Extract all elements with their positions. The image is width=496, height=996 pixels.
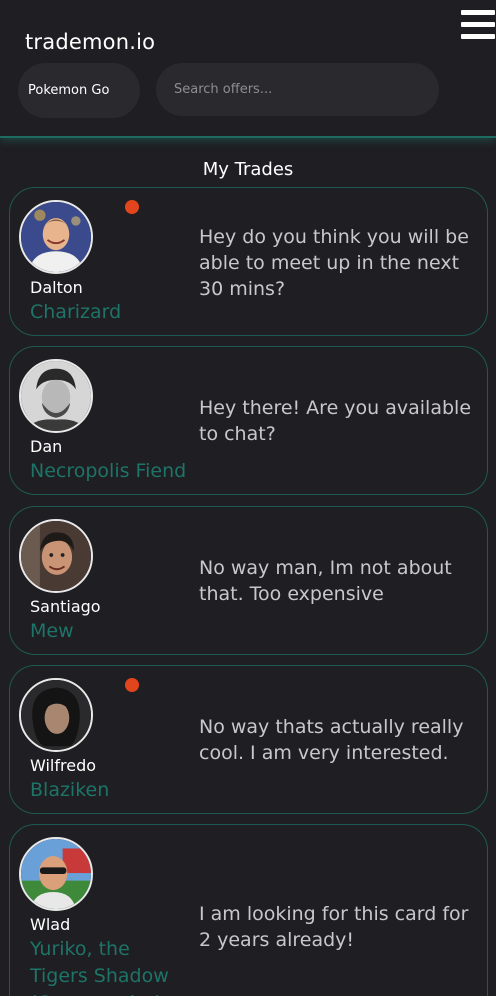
trade-card[interactable]: Dalton Charizard Hey do you think you wi… <box>9 187 488 336</box>
trade-card[interactable]: Santiago Mew No way man, Im not about th… <box>9 506 488 655</box>
last-message: No way man, Im not about that. Too expen… <box>199 557 452 605</box>
trade-item-name: Blaziken <box>30 779 110 801</box>
trade-item-name: Charizard <box>30 301 122 323</box>
search-offers-input[interactable] <box>156 63 439 116</box>
trade-item-name: Yuriko, the Tigers Shadow (Commander) <box>30 938 169 996</box>
trader-name: Santiago <box>30 597 101 616</box>
menu-bar <box>461 34 495 39</box>
trade-item-name: Mew <box>30 620 74 642</box>
last-message: No way thats actually really cool. I am … <box>199 716 464 764</box>
menu-bar <box>461 22 495 27</box>
avatar-photo-icon <box>21 361 91 431</box>
game-select-button[interactable]: Pokemon Go <box>18 63 140 118</box>
trade-card[interactable]: Dan Necropolis Fiend Hey there! Are you … <box>9 346 488 495</box>
trader-name: Dalton <box>30 278 83 297</box>
avatar <box>19 519 93 593</box>
page-title: My Trades <box>202 159 294 180</box>
unread-indicator-dot <box>125 200 139 214</box>
menu-bar <box>461 10 495 15</box>
avatar <box>19 678 93 752</box>
trader-name: Dan <box>30 437 63 456</box>
avatar-photo-icon <box>21 839 91 909</box>
unread-indicator-dot <box>125 678 139 692</box>
avatar-photo-icon <box>21 202 91 272</box>
avatar <box>19 837 93 911</box>
trade-item-name: Necropolis Fiend <box>30 460 187 482</box>
last-message: Hey do you think you will be able to mee… <box>199 226 469 300</box>
trade-card[interactable]: Wilfredo Blaziken No way thats actually … <box>9 665 488 814</box>
app-header: trademon.io Pokemon Go <box>0 0 496 138</box>
brand-logo[interactable]: trademon.io <box>25 30 155 54</box>
avatar-photo-icon <box>21 521 91 591</box>
trader-name: Wlad <box>30 915 71 934</box>
trader-name: Wilfredo <box>30 756 97 775</box>
hamburger-menu-icon[interactable] <box>461 10 495 40</box>
avatar <box>19 359 93 433</box>
last-message: Hey there! Are you available to chat? <box>199 397 472 445</box>
last-message: I am looking for this card for 2 years a… <box>199 903 469 951</box>
trade-card[interactable]: Wlad Yuriko, the Tigers Shadow (Commande… <box>9 824 488 996</box>
avatar-photo-icon <box>21 680 91 750</box>
avatar <box>19 200 93 274</box>
